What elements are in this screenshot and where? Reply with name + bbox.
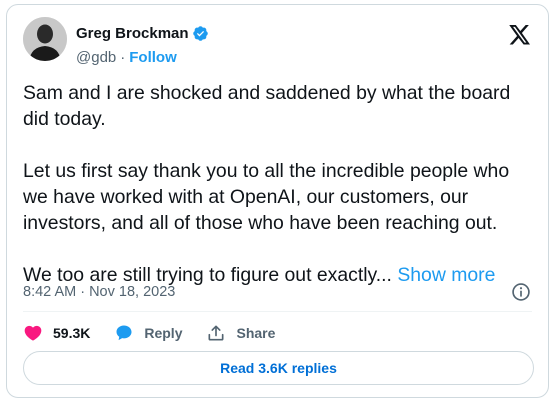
share-icon [208, 325, 224, 341]
tweet-paragraph-1: Sam and I are shocked and saddened by wh… [23, 82, 511, 130]
divider [23, 311, 532, 312]
follow-button[interactable]: Follow [129, 49, 177, 66]
read-replies-button[interactable]: Read 3.6K replies [23, 351, 534, 385]
share-button[interactable]: Share [206, 323, 275, 343]
tweet-paragraph-2: Let us first say thank you to all the in… [23, 160, 510, 234]
reply-bubble-icon [116, 325, 132, 341]
display-name[interactable]: Greg Brockman [76, 25, 189, 42]
handle[interactable]: @gdb [76, 49, 116, 66]
tweet-paragraph-3-text: We too are still trying to figure out ex… [23, 264, 392, 286]
separator-dot: · [120, 49, 126, 66]
tweet-card: Greg Brockman @gdb · Follow Sam and I ar… [6, 4, 549, 398]
x-logo-icon[interactable] [509, 25, 531, 45]
timestamp[interactable]: 8:42 AM · Nov 18, 2023 [23, 284, 175, 300]
action-bar: 59.3K Reply Share [23, 323, 299, 343]
heart-icon [24, 325, 42, 341]
reply-label: Reply [144, 325, 183, 341]
info-icon[interactable] [511, 282, 531, 302]
author-name-row: Greg Brockman [76, 25, 209, 42]
share-label: Share [236, 325, 276, 341]
like-count: 59.3K [53, 325, 91, 341]
like-button[interactable]: 59.3K [23, 323, 90, 343]
avatar[interactable] [23, 17, 67, 61]
tweet-text: Sam and I are shocked and saddened by wh… [23, 80, 538, 288]
verified-badge-icon [192, 25, 209, 42]
show-more-link[interactable]: Show more [397, 264, 495, 286]
handle-row: @gdb · Follow [76, 49, 177, 66]
reply-button[interactable]: Reply [114, 323, 182, 343]
